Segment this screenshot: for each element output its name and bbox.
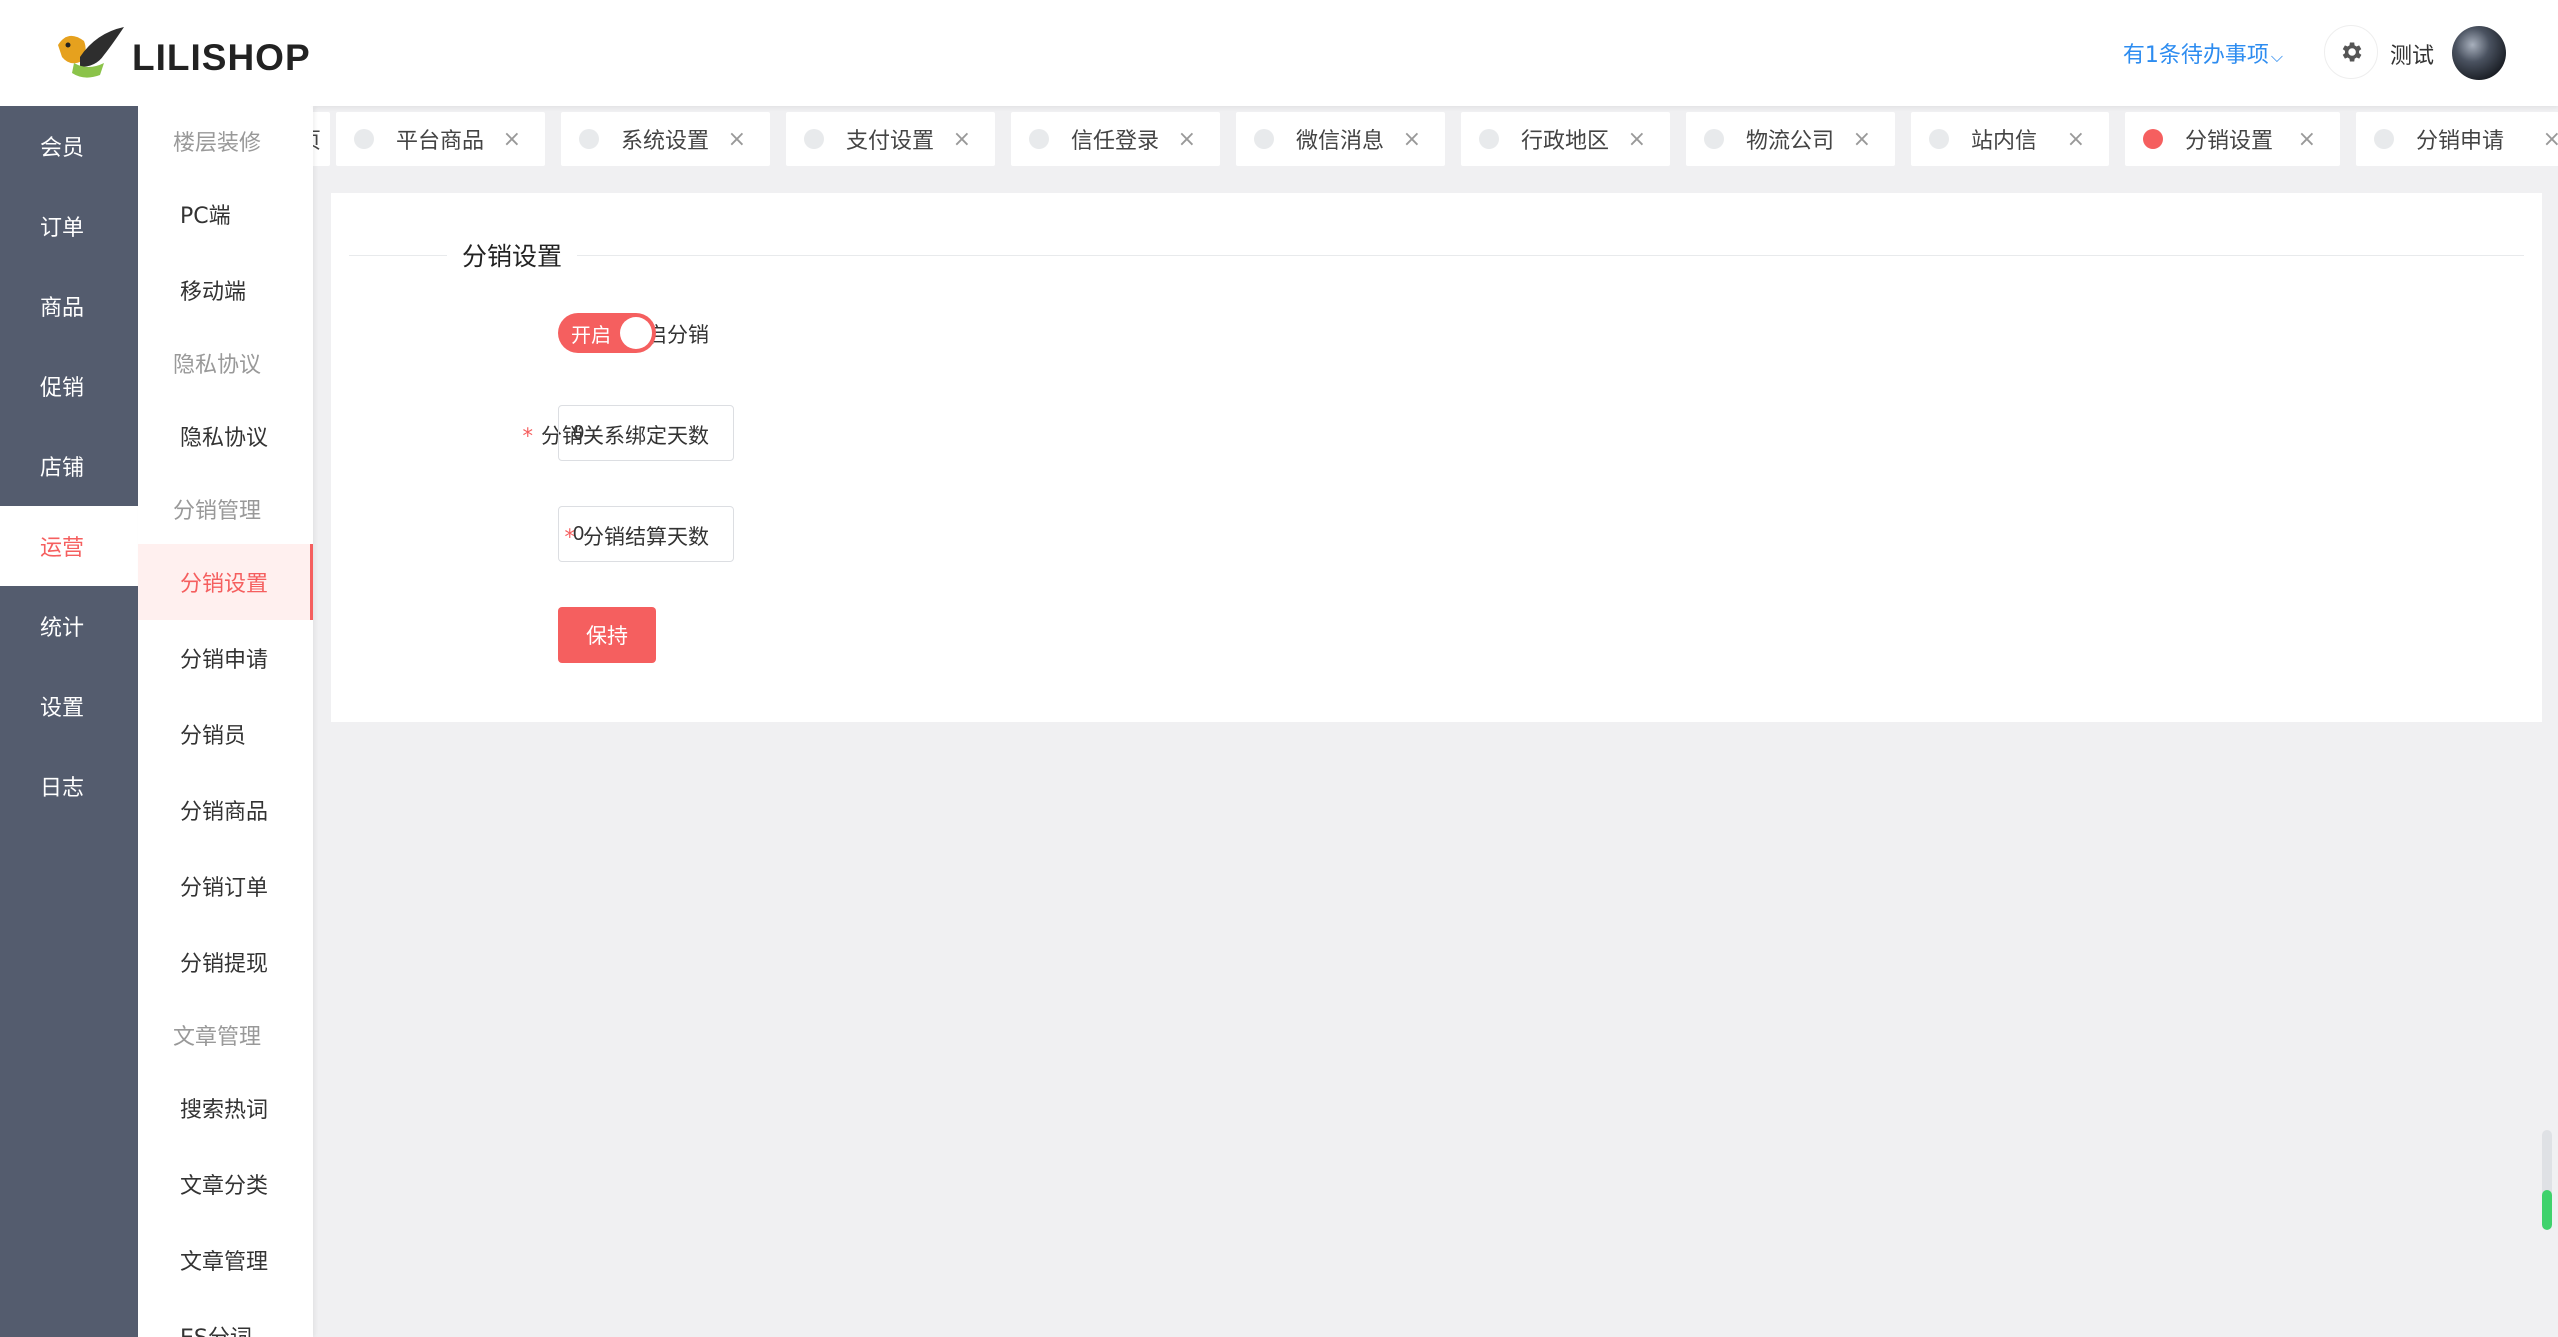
required-mark: * [522,424,534,448]
nav-item-operation[interactable]: 运营 [0,506,138,586]
submenu-item-distribution-apply[interactable]: 分销申请 [138,620,313,696]
tab-status-dot [2143,129,2163,149]
close-icon[interactable]: × [2067,127,2085,152]
tab-status-dot [354,129,374,149]
enable-distribution-switch[interactable]: 开启 [558,313,656,353]
submenu-item-article-category[interactable]: 文章分类 [138,1146,313,1222]
submenu-item-distributor[interactable]: 分销员 [138,696,313,772]
tab-status-dot [579,129,599,149]
todo-text: 有1条待办事项 [2122,43,2269,68]
close-icon[interactable]: × [2543,127,2558,152]
tab-distribution-apply[interactable]: 分销申请 × [2356,112,2558,166]
submenu-item-distribution-goods[interactable]: 分销商品 [138,772,313,848]
submenu-item-distribution-settings[interactable]: 分销设置 [138,544,313,620]
tab-label: 站内信 [1971,129,2038,154]
tab-status-dot [2374,129,2394,149]
switch-knob [620,317,652,349]
close-icon[interactable]: × [1403,127,1421,152]
switch-text: 开启 [571,322,611,347]
scroll-indicator-fill [2542,1190,2552,1230]
tab-site-message[interactable]: 站内信 × [1911,112,2109,166]
tab-logistics[interactable]: 物流公司 × [1686,112,1895,166]
tab-system-settings[interactable]: 系统设置 × [561,112,770,166]
submenu-item-es-words[interactable]: ES分词 [138,1298,313,1337]
gear-icon [2342,42,2362,62]
nav-item-promotion[interactable]: 促销 [0,346,138,426]
bird-logo-icon [58,27,124,78]
submenu-item-article-manage[interactable]: 文章管理 [138,1222,313,1298]
tab-status-dot [1029,129,1049,149]
main-nav: 会员 订单 商品 促销 店铺 运营 统计 设置 日志 [0,106,138,1337]
nav-item-log[interactable]: 日志 [0,746,138,826]
username[interactable]: 测试 [2390,38,2434,70]
todo-dropdown[interactable]: 有1条待办事项 ⌵ [2123,37,2283,69]
top-header: 有1条待办事项 ⌵ 测试 [313,0,2558,106]
tab-payment-settings[interactable]: 支付设置 × [786,112,995,166]
tab-label: 分销申请 [2416,129,2505,154]
close-icon[interactable]: × [2298,127,2316,152]
page-tabs: 页 平台商品 × 系统设置 × 支付设置 × 信任登录 × 微信消息 × 行政地… [313,106,2558,176]
nav-item-order[interactable]: 订单 [0,186,138,266]
tab-status-dot [1929,129,1949,149]
tab-label: 支付设置 [846,129,935,154]
scroll-indicator[interactable] [2542,1130,2552,1230]
submenu-item-pc[interactable]: PC端 [138,176,313,252]
close-icon[interactable]: × [1628,127,1646,152]
tab-label: 物流公司 [1746,129,1835,154]
tab-status-dot [1254,129,1274,149]
bind-days-input[interactable]: 0 [558,405,734,461]
tab-label: 分销设置 [2185,129,2274,154]
tab-trust-login[interactable]: 信任登录 × [1011,112,1220,166]
tab-label: 微信消息 [1296,129,1385,154]
submenu-group-privacy: 隐私协议 [173,353,262,378]
save-button[interactable]: 保持 [558,607,656,663]
tab-wechat-message[interactable]: 微信消息 × [1236,112,1445,166]
close-icon[interactable]: × [1178,127,1196,152]
settle-days-input[interactable]: 0 [558,506,734,562]
close-icon[interactable]: × [728,127,746,152]
logo[interactable]: LILISHOP [0,0,313,106]
tab-status-dot [1479,129,1499,149]
chevron-down-icon: ⌵ [2270,47,2283,66]
settings-button[interactable] [2324,25,2378,79]
tab-partial[interactable]: 页 [313,112,330,166]
logo-text: LILISHOP [132,37,311,78]
nav-item-statistics[interactable]: 统计 [0,586,138,666]
tab-status-dot [1704,129,1724,149]
nav-item-store[interactable]: 店铺 [0,426,138,506]
tab-label: 页 [313,123,321,155]
close-icon[interactable]: × [953,127,971,152]
nav-item-goods[interactable]: 商品 [0,266,138,346]
settings-card: 分销设置 *是否开启分销 开启 *分销关系绑定天数 0 *分销结算天数 0 保持 [331,193,2542,722]
tab-distribution-settings[interactable]: 分销设置 × [2125,112,2340,166]
close-icon[interactable]: × [1853,127,1871,152]
nav-item-settings[interactable]: 设置 [0,666,138,746]
avatar[interactable] [2452,26,2506,80]
submenu-group-distribution: 分销管理 [173,499,262,524]
submenu-item-distribution-withdraw[interactable]: 分销提现 [138,924,313,1000]
section-divider [349,255,2524,256]
submenu-item-mobile[interactable]: 移动端 [138,252,313,328]
sub-menu: 楼层装修 PC端 移动端 隐私协议 隐私协议 分销管理 分销设置 分销申请 分销… [138,106,313,1337]
submenu-item-distribution-orders[interactable]: 分销订单 [138,848,313,924]
tab-label: 系统设置 [621,129,710,154]
tab-region[interactable]: 行政地区 × [1461,112,1670,166]
tab-platform-goods[interactable]: 平台商品 × [336,112,545,166]
tab-label: 行政地区 [1521,129,1610,154]
submenu-group-floor: 楼层装修 [173,131,262,156]
tab-status-dot [804,129,824,149]
close-icon[interactable]: × [503,127,521,152]
submenu-item-privacy[interactable]: 隐私协议 [138,398,313,474]
tab-label: 平台商品 [396,129,485,154]
submenu-group-article: 文章管理 [173,1025,262,1050]
nav-item-member[interactable]: 会员 [0,106,138,186]
section-title: 分销设置 [447,237,578,273]
tab-label: 信任登录 [1071,129,1160,154]
submenu-item-hot-words[interactable]: 搜索热词 [138,1070,313,1146]
